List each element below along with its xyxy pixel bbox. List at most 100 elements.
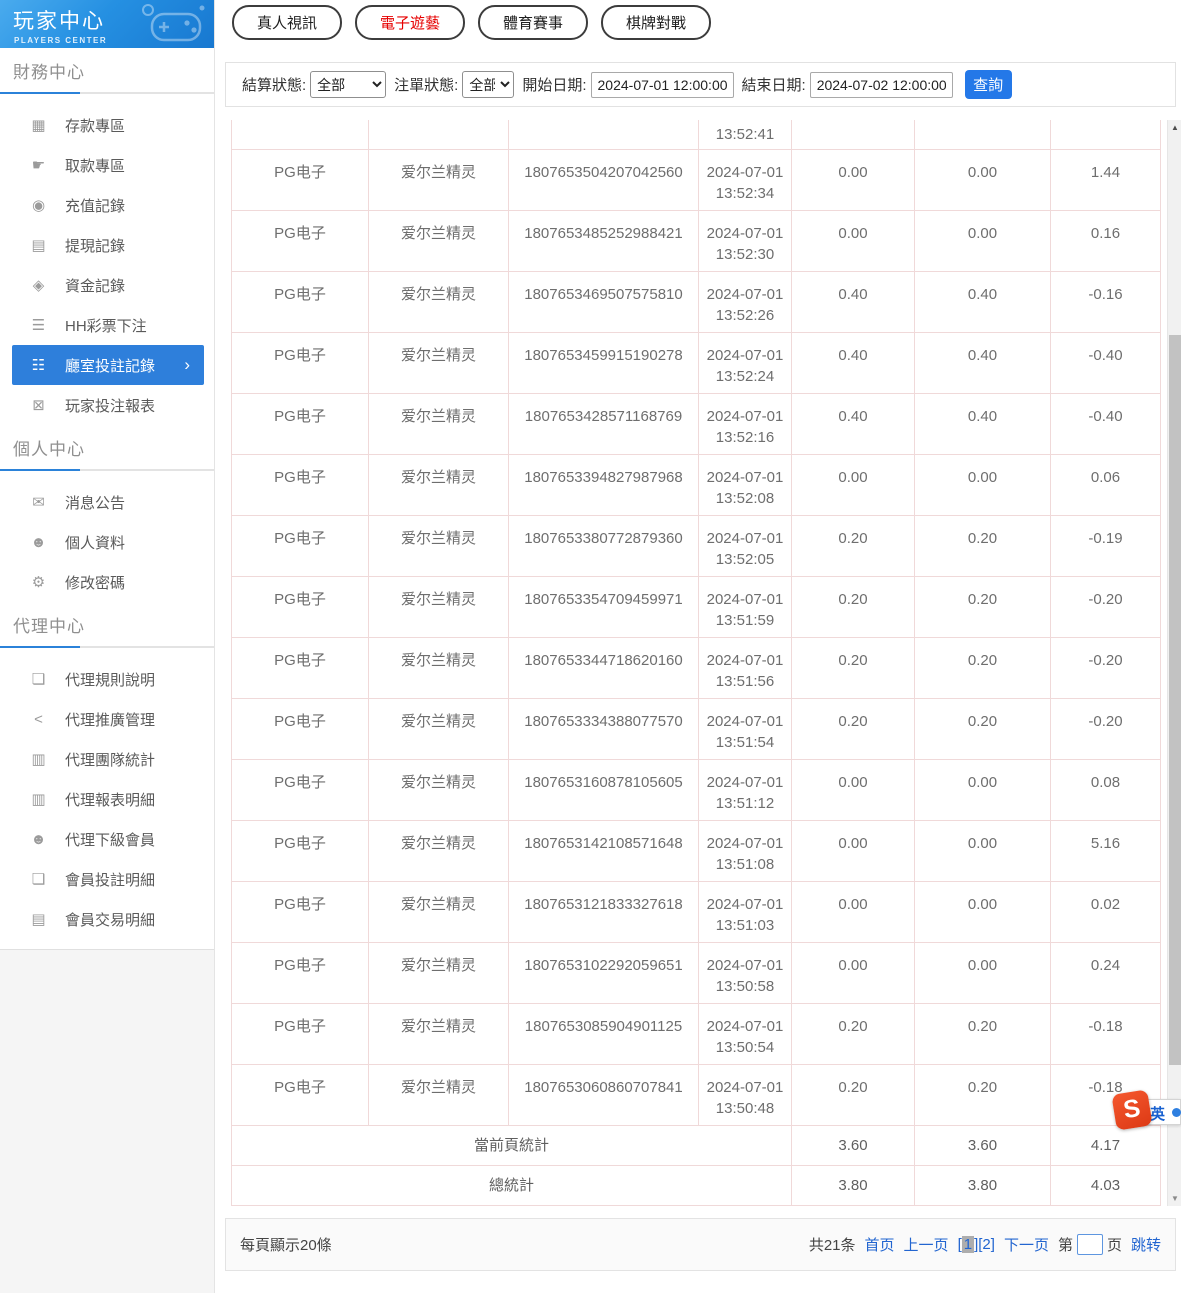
page-jump-input[interactable] <box>1077 1234 1103 1255</box>
sidebar-item-label: 充值記錄 <box>65 195 125 216</box>
cell-valid-bet: 0.40 <box>915 332 1051 393</box>
agent-report-detail-icon: ▥ <box>30 790 47 808</box>
cell-platform: PG电子 <box>232 942 369 1003</box>
sidebar-item-agent-share[interactable]: < 代理推廣管理 <box>0 699 214 739</box>
cell-platform: PG电子 <box>232 820 369 881</box>
table-row: PG电子爱尔兰精灵18076531218333276182024-07-0113… <box>232 881 1161 942</box>
sidebar-item-funds-record[interactable]: ◈資金記錄 <box>0 265 214 305</box>
cell-bet-amount: 0.40 <box>792 332 915 393</box>
cell-win-loss: -0.20 <box>1051 576 1161 637</box>
sidebar-item-recharge-bag[interactable]: ◉充值記錄 <box>0 185 214 225</box>
total-count-text: 共21条 <box>809 1234 856 1255</box>
cell-game: 爱尔兰精灵 <box>369 393 509 454</box>
sidebar-item-cash-out[interactable]: ▤提現記錄 <box>0 225 214 265</box>
tab-體育賽事[interactable]: 體育賽事 <box>478 5 588 40</box>
sidebar-item-label: 代理規則說明 <box>65 669 155 690</box>
sidebar-item-gear-password[interactable]: ⚙修改密碼 <box>0 562 214 602</box>
pager: 共21条 首页 上一页 [1][2] 下一页 第 页 跳转 <box>800 1234 1161 1255</box>
cell-game: 爱尔兰精灵 <box>369 576 509 637</box>
sidebar-item-member-transaction-detail[interactable]: ▤會員交易明細 <box>0 899 214 939</box>
summary-bet-amount: 3.80 <box>792 1165 915 1205</box>
translate-option-dot[interactable] <box>1172 1108 1181 1117</box>
tab-真人視訊[interactable]: 真人視訊 <box>232 5 342 40</box>
sidebar-item-agent-rules[interactable]: ❏代理規則說明 <box>0 659 214 699</box>
cell-bet-amount: 0.00 <box>792 454 915 515</box>
sidebar-item-label: 玩家投注報表 <box>65 395 155 416</box>
summary-win-loss: 4.17 <box>1051 1125 1161 1165</box>
sidebar-item-label: 存款專區 <box>65 115 125 136</box>
cell-empty <box>232 120 369 149</box>
start-date-input[interactable] <box>591 72 734 98</box>
cell-bet-amount: 0.00 <box>792 210 915 271</box>
first-page-link[interactable]: 首页 <box>865 1234 895 1255</box>
cell-valid-bet: 0.20 <box>915 637 1051 698</box>
cell-order-no: 1807653354709459971 <box>509 576 699 637</box>
tab-電子遊藝[interactable]: 電子遊藝 <box>355 5 465 40</box>
sidebar-item-user-profile[interactable]: ☻個人資料 <box>0 522 214 562</box>
cell-win-loss: -0.19 <box>1051 515 1161 576</box>
jump-prefix: 第 <box>1058 1234 1073 1255</box>
sidebar-item-agent-members[interactable]: ☻代理下級會員 <box>0 819 214 859</box>
sidebar-item-player-bet-report[interactable]: ⊠ 玩家投注報表 <box>0 385 214 425</box>
cell-win-loss: 0.06 <box>1051 454 1161 515</box>
jump-suffix: 页 <box>1107 1234 1122 1255</box>
sidebar-item-deposit-card[interactable]: ▦存款專區 <box>0 105 214 145</box>
translate-widget-logo-icon[interactable]: S <box>1111 1089 1152 1130</box>
table-row: PG电子爱尔兰精灵18076533948279879682024-07-0113… <box>232 454 1161 515</box>
gamepad-icon <box>134 2 208 46</box>
next-page-link[interactable]: 下一页 <box>1004 1234 1049 1255</box>
pagination-bar: 每頁顯示20條 共21条 首页 上一页 [1][2] 下一页 第 页 跳转 <box>225 1218 1176 1271</box>
page-jump-button[interactable]: 跳转 <box>1131 1234 1161 1255</box>
sidebar-item-lottery-bet[interactable]: ☰HH彩票下注 <box>0 305 214 345</box>
agent-share-icon: < <box>30 711 47 728</box>
cell-empty <box>792 120 915 149</box>
cell-order-no: 1807653428571168769 <box>509 393 699 454</box>
cell-empty <box>915 120 1051 149</box>
sidebar-item-agent-team-stats[interactable]: ▥代理團隊統計 <box>0 739 214 779</box>
scrollbar-down-arrow[interactable]: ▼ <box>1168 1191 1181 1206</box>
cell-datetime: 2024-07-0113:52:26 <box>699 271 792 332</box>
table-scrollbar[interactable]: ▲ ▼ <box>1167 120 1181 1206</box>
cell-valid-bet: 0.00 <box>915 820 1051 881</box>
brand-header: 玩家中心 PLAYERS CENTER <box>0 0 214 48</box>
cell-order-no: 1807653085904901125 <box>509 1003 699 1064</box>
cell-datetime: 2024-07-0113:51:03 <box>699 881 792 942</box>
cell-order-no: 1807653334388077570 <box>509 698 699 759</box>
main-content: 真人視訊電子遊藝體育賽事棋牌對戰 結算狀態: 全部 注單狀態: 全部 開始日期:… <box>215 0 1181 1293</box>
end-date-input[interactable] <box>810 72 953 98</box>
sidebar-item-member-bet-detail[interactable]: ❏會員投註明細 <box>0 859 214 899</box>
cell-valid-bet: 0.00 <box>915 149 1051 210</box>
cell-bet-amount: 0.20 <box>792 515 915 576</box>
order-status-select[interactable]: 全部 <box>462 71 514 98</box>
cell-valid-bet: 0.20 <box>915 1003 1051 1064</box>
sidebar-item-label: 廳室投註記錄 <box>65 355 155 376</box>
player-bet-report-icon: ⊠ <box>30 396 47 414</box>
table-row: PG电子爱尔兰精灵18076534695075758102024-07-0113… <box>232 271 1161 332</box>
table-row: PG电子爱尔兰精灵18076531608781056052024-07-0113… <box>232 759 1161 820</box>
sidebar-item-agent-report-detail[interactable]: ▥代理報表明細 <box>0 779 214 819</box>
page-size-text: 每頁顯示20條 <box>240 1234 332 1255</box>
settle-status-select[interactable]: 全部 <box>310 71 386 98</box>
sidebar-item-withdraw-hand[interactable]: ☛取款專區 <box>0 145 214 185</box>
cell-platform: PG电子 <box>232 759 369 820</box>
cell-platform: PG电子 <box>232 576 369 637</box>
order-status-label: 注單狀態: <box>394 74 458 95</box>
prev-page-link[interactable]: 上一页 <box>904 1234 949 1255</box>
sidebar-item-label: HH彩票下注 <box>65 315 147 336</box>
sidebar-item-room-bet-records[interactable]: ☷廳室投註記錄› <box>12 345 204 385</box>
page-link-2[interactable]: [2] <box>978 1236 995 1253</box>
filter-bar: 結算狀態: 全部 注單狀態: 全部 開始日期: 結束日期: 查詢 <box>225 62 1176 107</box>
cell-order-no: 1807653380772879360 <box>509 515 699 576</box>
tab-棋牌對戰[interactable]: 棋牌對戰 <box>601 5 711 40</box>
scrollbar-up-arrow[interactable]: ▲ <box>1168 120 1181 135</box>
translate-language-label[interactable]: 英 <box>1150 1103 1165 1124</box>
cell-datetime: 2024-07-0113:51:59 <box>699 576 792 637</box>
scrollbar-thumb[interactable] <box>1169 335 1181 1065</box>
cell-game: 爱尔兰精灵 <box>369 759 509 820</box>
sidebar-item-label: 代理推廣管理 <box>65 709 155 730</box>
page-link-1[interactable]: [1] <box>958 1236 979 1253</box>
table-row: PG电子爱尔兰精灵18076533447186201602024-07-0113… <box>232 637 1161 698</box>
search-button[interactable]: 查詢 <box>965 70 1012 99</box>
cell-game: 爱尔兰精灵 <box>369 820 509 881</box>
sidebar-item-bell-announcement[interactable]: ✉消息公告 <box>0 482 214 522</box>
